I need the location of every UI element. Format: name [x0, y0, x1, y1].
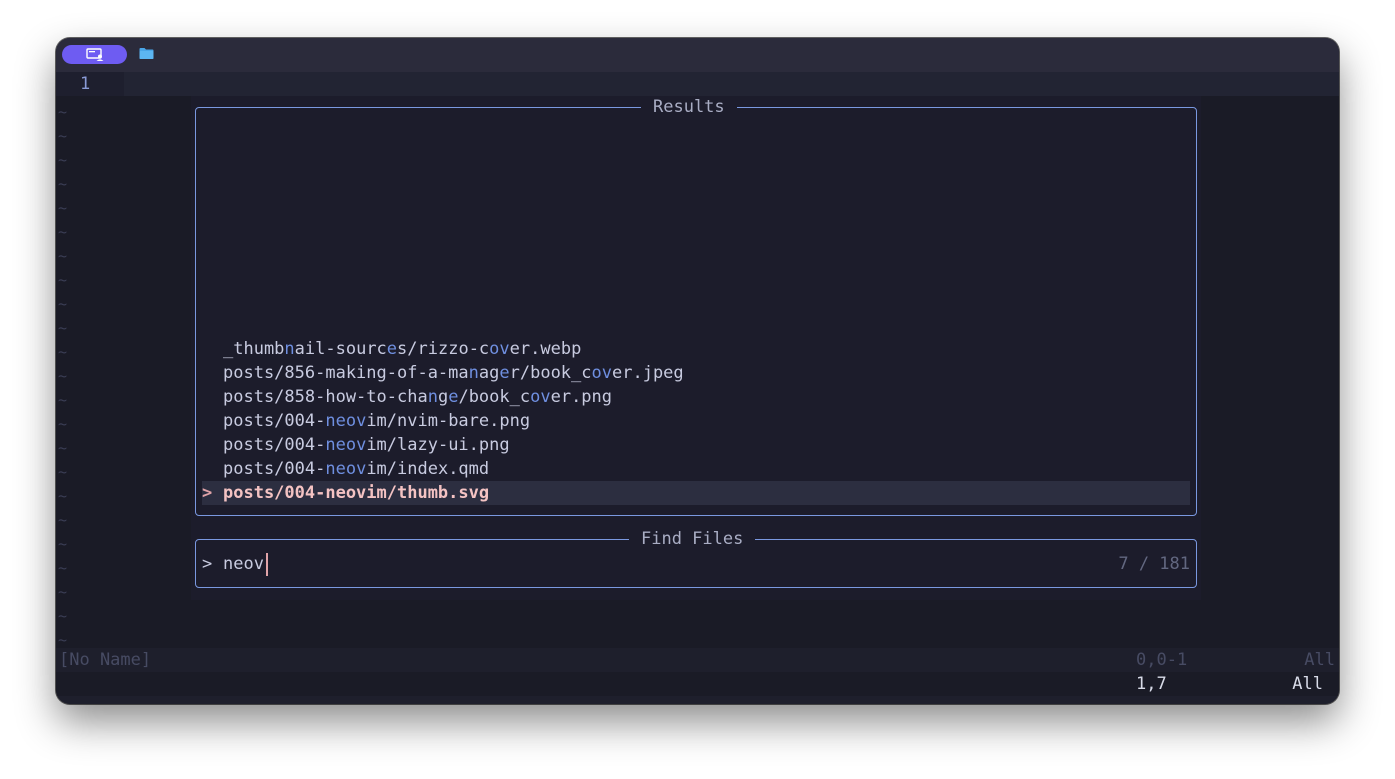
search-input[interactable]: neov	[223, 553, 264, 575]
folder-icon[interactable]	[139, 47, 154, 60]
empty-line-tilde: ~	[58, 271, 68, 289]
path-segment: _thumb	[223, 339, 285, 359]
command-line[interactable]: 1,7 All	[56, 672, 1339, 696]
status-position: 0,0-1	[1136, 650, 1188, 670]
empty-line-tilde: ~	[58, 127, 68, 145]
result-row[interactable]: posts/004-neovim/index.qmd	[202, 457, 1190, 481]
match-highlight: n	[468, 363, 479, 383]
path-segment: posts/856-making-of-a-ma	[223, 363, 469, 383]
path-segment: s/rizzo-c	[397, 339, 490, 359]
empty-line-tilde: ~	[58, 463, 68, 481]
selected-result-row[interactable]: > posts/004-neovim/thumb.svg	[202, 481, 1190, 505]
status-filename: [No Name]	[59, 650, 152, 670]
text-cursor	[266, 553, 268, 576]
window-bottom-strip	[56, 696, 1339, 704]
path-segment: im/index.qmd	[366, 459, 490, 479]
result-row[interactable]: posts/004-neovim/nvim-bare.png	[202, 409, 1190, 433]
result-counter: 7 / 181	[1118, 554, 1190, 574]
path-segment: im/nvim-bare.png	[366, 411, 531, 431]
empty-line-tilde: ~	[58, 559, 68, 577]
path-segment: r/book_c	[509, 363, 592, 383]
empty-line-tilde: ~	[58, 343, 68, 361]
result-row[interactable]: posts/856-making-of-a-manager/book_cover…	[202, 361, 1190, 385]
empty-line-tilde: ~	[58, 151, 68, 169]
empty-line-tilde: ~	[58, 295, 68, 313]
empty-line-tilde: ~	[58, 631, 68, 649]
match-highlight: neov	[325, 435, 367, 455]
path-segment: /book_c	[458, 387, 531, 407]
ruler-position: 1,7	[1136, 674, 1167, 694]
empty-line-tilde: ~	[58, 607, 68, 625]
result-row[interactable]: posts/004-neovim/lazy-ui.png	[202, 433, 1190, 457]
match-highlight: neov	[325, 411, 367, 431]
status-line: [No Name] 0,0-1 All	[56, 648, 1339, 672]
empty-line-tilde: ~	[58, 319, 68, 337]
terminal-session-icon	[85, 48, 103, 61]
result-path: posts/004-neovim/nvim-bare.png	[223, 409, 530, 433]
path-segment: er.jpeg	[612, 363, 684, 383]
selection-caret: >	[202, 483, 213, 503]
match-highlight: n	[284, 339, 295, 359]
path-segment: im/lazy-ui.png	[366, 435, 510, 455]
path-segment: ail-sourc	[294, 339, 387, 359]
tab-active-session[interactable]	[62, 45, 127, 64]
empty-line-tilde: ~	[58, 535, 68, 553]
match-highlight: ov	[530, 387, 551, 407]
path-segment: ag	[478, 363, 500, 383]
result-path: posts/856-making-of-a-manager/book_cover…	[223, 361, 684, 385]
empty-line-tilde: ~	[58, 103, 68, 121]
result-row[interactable]: posts/858-how-to-change/book_cover.png	[202, 385, 1190, 409]
match-highlight: e	[448, 387, 459, 407]
empty-line-tilde: ~	[58, 511, 68, 529]
empty-line-tilde: ~	[58, 391, 68, 409]
path-segment: posts/004-	[223, 411, 326, 431]
results-panel: Results _thumbnail-sources/rizzo-cover.w…	[195, 97, 1197, 516]
match-highlight: neov	[325, 459, 367, 479]
empty-line-tilde: ~	[58, 439, 68, 457]
result-path: posts/004-neovim/lazy-ui.png	[223, 433, 510, 457]
path-segment: er.png	[550, 387, 613, 407]
empty-line-tilde: ~	[58, 583, 68, 601]
empty-line-tilde: ~	[58, 223, 68, 241]
prompt-panel[interactable]: Find Files > neov 7 / 181	[195, 529, 1197, 588]
prompt-prefix: >	[202, 554, 213, 574]
match-highlight: e	[499, 363, 510, 383]
selected-result-path: posts/004-neovim/thumb.svg	[223, 483, 490, 503]
empty-line-tilde: ~	[58, 415, 68, 433]
result-path: posts/004-neovim/index.qmd	[223, 457, 489, 481]
empty-line-tilde: ~	[58, 247, 68, 265]
result-path: posts/858-how-to-change/book_cover.png	[223, 385, 612, 409]
path-segment: posts/858-how-to-cha	[223, 387, 428, 407]
match-highlight: n	[427, 387, 438, 407]
path-segment: posts/004-	[223, 459, 326, 479]
cursor-line	[56, 72, 1339, 96]
status-scroll: All	[1304, 650, 1335, 670]
empty-line-tilde: ~	[58, 367, 68, 385]
match-highlight: e	[386, 339, 398, 359]
match-highlight: ov	[591, 363, 612, 383]
ruler-scroll: All	[1292, 674, 1323, 694]
empty-line-tilde: ~	[58, 175, 68, 193]
empty-line-tilde: ~	[58, 487, 68, 505]
results-title: Results	[641, 97, 737, 117]
result-path: _thumbnail-sources/rizzo-cover.webp	[223, 337, 581, 361]
path-segment: er.webp	[509, 339, 582, 359]
result-row[interactable]: _thumbnail-sources/rizzo-cover.webp	[202, 337, 1190, 361]
match-highlight: ov	[489, 339, 510, 359]
tab-bar	[56, 38, 1339, 72]
empty-line-tilde: ~	[58, 199, 68, 217]
line-number: 1	[80, 74, 91, 94]
path-segment: posts/004-	[223, 435, 326, 455]
prompt-title: Find Files	[629, 529, 756, 549]
path-segment: g	[437, 387, 449, 407]
